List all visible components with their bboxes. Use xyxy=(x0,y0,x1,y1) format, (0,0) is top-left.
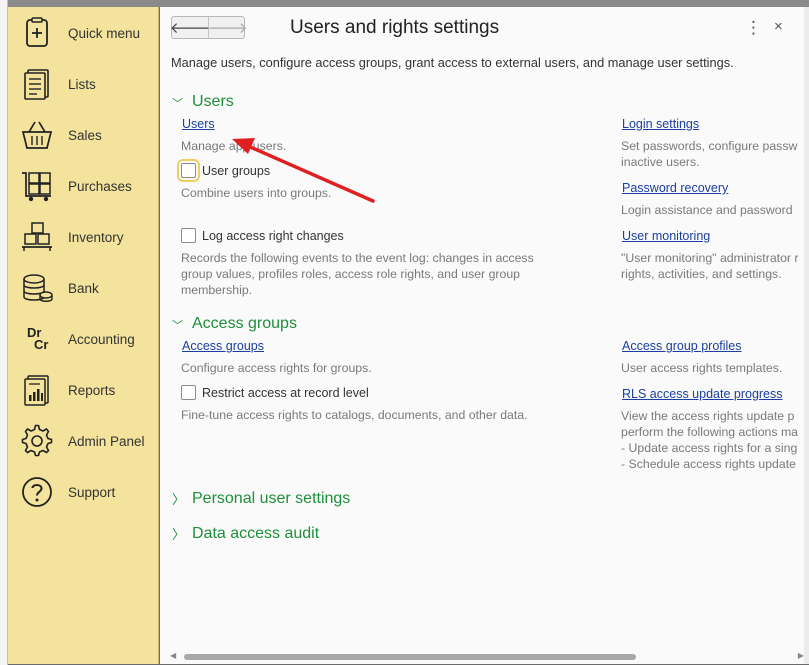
user-groups-note: Combine users into groups. xyxy=(181,186,332,200)
user-monitoring-note-line: "User monitoring" administrator r xyxy=(621,251,799,265)
scrollbar-thumb[interactable] xyxy=(184,654,636,660)
password-recovery-link[interactable]: Password recovery xyxy=(622,181,728,195)
sidebar-item-label: Quick menu xyxy=(68,26,141,41)
rls-note-line: perform the following actions ma xyxy=(621,425,799,439)
sidebar-item-quick-menu[interactable]: Quick menu xyxy=(8,8,159,59)
group-audit-header[interactable]: 〉 Data access audit xyxy=(172,524,319,543)
sidebar-item-label: Sales xyxy=(68,128,102,143)
user-groups-label[interactable]: User groups xyxy=(202,164,270,178)
group-personal-title: Personal user settings xyxy=(192,489,351,507)
sidebar-item-bank[interactable]: Bank xyxy=(8,263,159,314)
user-groups-checkbox[interactable] xyxy=(177,159,200,182)
password-recovery-note: Login assistance and password xyxy=(621,203,793,217)
sidebar-item-label: Bank xyxy=(68,281,99,296)
settings-window: 🡐 🡒 Users and rights settings ⋮ × Manage… xyxy=(160,7,809,664)
sidebar-item-label: Inventory xyxy=(68,230,124,245)
sidebar-item-label: Accounting xyxy=(68,332,135,347)
group-users-header[interactable]: ﹀ Users xyxy=(172,93,234,111)
cr-text: Cr xyxy=(34,337,49,352)
log-changes-note-line: Records the following events to the even… xyxy=(181,251,534,265)
group-users-title: Users xyxy=(192,93,234,110)
rls-note-line: - Schedule access rights update xyxy=(621,457,796,471)
sidebar-item-accounting[interactable]: Dr Cr Accounting xyxy=(8,314,159,365)
inventory-boxes-icon xyxy=(22,222,52,251)
forward-button[interactable]: 🡒 xyxy=(207,17,247,38)
group-audit-title: Data access audit xyxy=(192,524,320,542)
sidebar-item-admin-panel[interactable]: Admin Panel xyxy=(8,416,159,467)
chevron-right-icon: 〉 xyxy=(172,492,186,507)
sidebar-item-lists[interactable]: Lists xyxy=(8,59,159,110)
lists-icon xyxy=(24,69,49,100)
group-personal-header[interactable]: 〉 Personal user settings xyxy=(172,489,350,508)
log-changes-label[interactable]: Log access right changes xyxy=(202,229,344,243)
chevron-down-icon: ﹀ xyxy=(172,320,183,332)
sales-basket-icon xyxy=(21,121,53,149)
right-edge-strip xyxy=(804,7,809,664)
log-changes-note-line: group values, profiles roles, access rol… xyxy=(181,267,521,281)
gear-icon xyxy=(21,424,53,457)
sidebar-item-label: Lists xyxy=(68,77,96,92)
page-description: Manage users, configure access groups, g… xyxy=(171,55,734,70)
quick-menu-icon xyxy=(26,17,48,47)
restrict-access-note: Fine-tune access rights to catalogs, doc… xyxy=(181,408,528,422)
login-settings-link[interactable]: Login settings xyxy=(622,117,699,131)
more-actions-icon[interactable]: ⋮ xyxy=(745,18,762,38)
chevron-down-icon: ﹀ xyxy=(172,98,183,110)
restrict-access-option: Restrict access at record level xyxy=(181,385,369,400)
user-monitoring-link[interactable]: User monitoring xyxy=(622,229,710,243)
scroll-left-icon[interactable]: ◀ xyxy=(170,651,176,660)
rls-note-line: View the access rights update p xyxy=(621,409,795,423)
sidebar: Quick menu Lists Sales Purchases Invento… xyxy=(8,7,159,664)
login-settings-note-line: Set passwords, configure passw xyxy=(621,139,798,153)
reports-icon xyxy=(24,375,49,406)
purchases-cart-icon xyxy=(22,172,51,202)
history-nav: 🡐 🡒 xyxy=(170,16,248,39)
accounting-drcr-icon: Dr Cr xyxy=(20,322,54,356)
access-group-profiles-note: User access rights templates. xyxy=(621,361,783,375)
window-header: 🡐 🡒 Users and rights settings ⋮ × xyxy=(160,7,809,51)
access-group-profiles-link[interactable]: Access group profiles xyxy=(622,339,742,353)
login-settings-note-line: inactive users. xyxy=(621,155,700,169)
sidebar-item-reports[interactable]: Reports xyxy=(8,365,159,416)
access-groups-link[interactable]: Access groups xyxy=(182,339,264,353)
close-icon[interactable]: × xyxy=(774,18,783,35)
log-changes-note-line: membership. xyxy=(181,283,253,297)
chevron-right-icon: 〉 xyxy=(172,527,186,542)
user-monitoring-note-line: rights, activities, and settings. xyxy=(621,267,782,281)
users-link[interactable]: Users xyxy=(182,117,215,131)
window-top-border xyxy=(0,0,809,7)
group-access-header[interactable]: ﹀ Access groups xyxy=(172,315,297,333)
bank-coins-icon xyxy=(23,274,53,302)
rls-progress-link[interactable]: RLS access update progress xyxy=(622,387,783,401)
log-changes-option: Log access right changes xyxy=(181,228,344,243)
help-icon xyxy=(22,477,52,507)
rls-note-line: - Update access rights for a sing xyxy=(621,441,798,455)
user-groups-option: User groups xyxy=(177,159,270,182)
users-note: Manage app users. xyxy=(181,139,287,153)
sidebar-item-inventory[interactable]: Inventory xyxy=(8,212,159,263)
sidebar-item-label: Purchases xyxy=(68,179,132,194)
group-access-title: Access groups xyxy=(192,315,297,332)
sidebar-item-label: Reports xyxy=(68,383,116,398)
sidebar-item-purchases[interactable]: Purchases xyxy=(8,161,159,212)
log-changes-checkbox[interactable] xyxy=(181,228,196,243)
restrict-access-label[interactable]: Restrict access at record level xyxy=(202,386,369,400)
sidebar-item-sales[interactable]: Sales xyxy=(8,110,159,161)
sidebar-item-support[interactable]: Support xyxy=(8,467,159,518)
restrict-access-checkbox[interactable] xyxy=(181,385,196,400)
sidebar-item-label: Support xyxy=(68,485,116,500)
horizontal-scrollbar[interactable]: ◀ ▶ xyxy=(170,651,804,661)
back-button[interactable]: 🡐 xyxy=(170,17,210,38)
sidebar-item-label: Admin Panel xyxy=(68,434,145,449)
window-left-border xyxy=(0,0,8,665)
access-groups-note: Configure access rights for groups. xyxy=(181,361,372,375)
page-title: Users and rights settings xyxy=(290,17,500,38)
